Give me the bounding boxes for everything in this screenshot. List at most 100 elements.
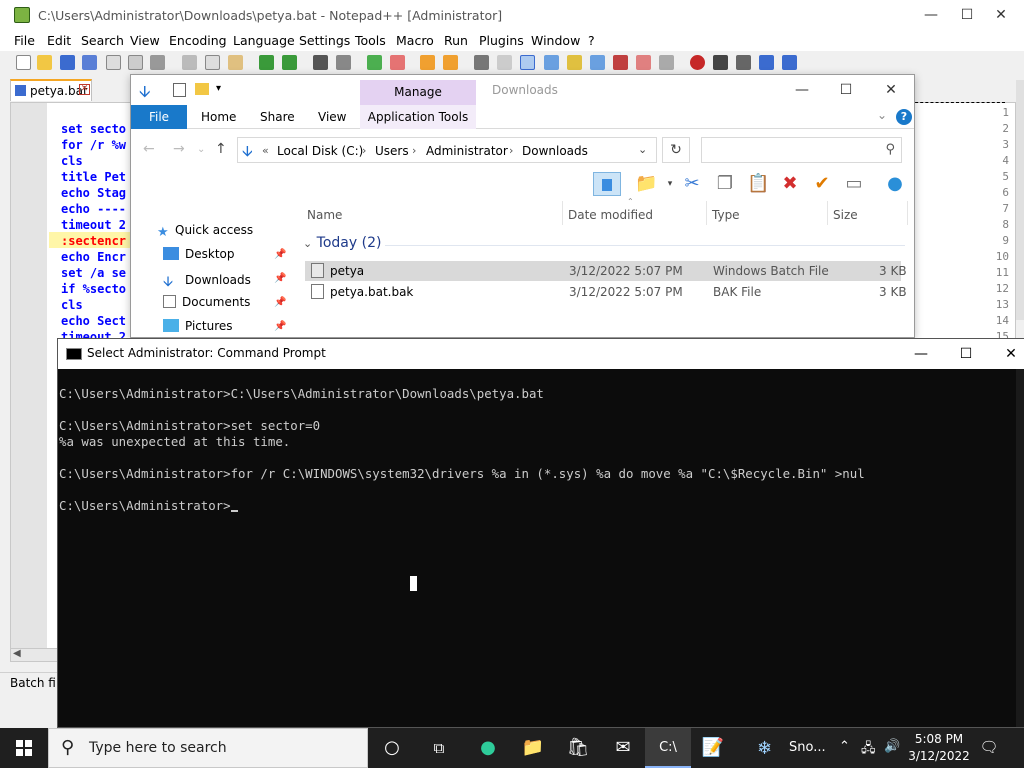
menu-file[interactable]: File (14, 33, 35, 48)
file-explorer-taskbar-icon[interactable]: 📁 (510, 728, 556, 768)
menu-encoding[interactable]: Encoding (169, 33, 227, 48)
doc-list-icon[interactable] (590, 55, 605, 70)
paste-cmd-icon[interactable]: 📋 (747, 174, 769, 194)
cortana-icon[interactable]: ○ (369, 728, 415, 768)
nav-documents[interactable]: Documents (163, 295, 250, 309)
print-icon[interactable] (150, 55, 165, 70)
menu-help[interactable]: ? (588, 33, 595, 48)
cmd-maximize-icon[interactable]: ☐ (943, 339, 989, 369)
ribbon-tab-share[interactable]: Share (260, 110, 295, 124)
properties-icon[interactable] (173, 83, 186, 97)
tray-overflow-icon[interactable]: ⌃ (839, 739, 850, 754)
replace-icon[interactable] (336, 55, 351, 70)
menu-search[interactable]: Search (81, 33, 124, 48)
save-all-icon[interactable] (82, 55, 97, 70)
explorer-close-icon[interactable]: ✕ (868, 75, 914, 105)
task-view-icon[interactable]: ⧉ (416, 728, 462, 768)
breadcrumb-users[interactable]: Users (375, 144, 409, 158)
notification-icon[interactable]: 🗨 (978, 738, 1000, 758)
column-separator[interactable] (706, 201, 707, 225)
cmd-close-icon[interactable]: ✕ (988, 339, 1024, 369)
column-type[interactable]: Type (712, 208, 740, 222)
column-size[interactable]: Size (833, 208, 858, 222)
volume-icon[interactable]: 🔊 (884, 739, 900, 754)
search-input[interactable]: ⚲ (701, 137, 902, 163)
menu-run[interactable]: Run (444, 33, 468, 48)
network-icon[interactable]: 🖧 (861, 739, 876, 761)
word-wrap-icon[interactable] (474, 55, 489, 70)
start-button[interactable] (0, 728, 48, 768)
undo-icon[interactable] (259, 55, 274, 70)
file-row-petya-bat-bak[interactable]: petya.bat.bak 3/12/2022 5:07 PM BAK File… (305, 282, 907, 302)
ribbon-tab-view[interactable]: View (318, 110, 346, 124)
recent-dropdown-icon[interactable]: ⌄ (197, 144, 205, 155)
cut-icon[interactable] (182, 55, 197, 70)
column-separator[interactable] (907, 201, 908, 225)
breadcrumb-administrator[interactable]: Administrator (426, 144, 508, 158)
cmd-scrollbar[interactable] (1016, 369, 1024, 727)
expand-ribbon-icon[interactable]: ⌄ (877, 108, 887, 122)
menu-macro[interactable]: Macro (396, 33, 434, 48)
menu-tools[interactable]: Tools (355, 33, 386, 48)
column-date-modified[interactable]: Date modified (568, 208, 653, 222)
delete-icon[interactable]: ✖ (779, 174, 801, 194)
close-tab-icon[interactable]: ✕ (79, 84, 90, 95)
manage-tab[interactable]: Manage (360, 80, 476, 105)
taskbar-search-box[interactable]: ⚲ Type here to search (48, 728, 368, 768)
sync-v-icon[interactable] (420, 55, 435, 70)
notepadpp-taskbar-icon[interactable]: 📝 (690, 728, 736, 768)
column-separator[interactable] (827, 201, 828, 225)
zoom-in-icon[interactable] (367, 55, 382, 70)
run-macro-multiple-icon[interactable] (759, 55, 774, 70)
address-dropdown-icon[interactable]: ⌄ (638, 143, 647, 156)
vertical-scrollbar[interactable] (1016, 80, 1024, 320)
cut-cmd-icon[interactable]: ✂ (681, 174, 703, 194)
cmd-minimize-icon[interactable]: — (898, 339, 944, 369)
zoom-out-icon[interactable] (390, 55, 405, 70)
pin-icon[interactable]: 📌 (274, 249, 286, 260)
breadcrumb-downloads[interactable]: Downloads (522, 144, 588, 158)
play-macro-icon[interactable] (736, 55, 751, 70)
console-output[interactable]: C:\Users\Administrator> C:\Users\Administ… (58, 369, 1016, 727)
menu-plugins[interactable]: Plugins (479, 33, 524, 48)
close-all-icon[interactable] (128, 55, 143, 70)
ribbon-tab-home[interactable]: Home (201, 110, 236, 124)
new-folder-dropdown-icon[interactable]: ▾ (659, 174, 681, 194)
forward-arrow-icon[interactable]: → (173, 141, 185, 157)
paste-icon[interactable] (228, 55, 243, 70)
customize-qat-icon[interactable]: ▾ (216, 83, 221, 94)
menu-view[interactable]: View (130, 33, 160, 48)
menu-window[interactable]: Window (531, 33, 580, 48)
indent-guide-icon[interactable] (520, 55, 535, 70)
copy-cmd-icon[interactable]: ❐ (714, 174, 736, 194)
column-name[interactable]: Name (307, 208, 342, 222)
new-file-icon[interactable] (16, 55, 31, 70)
close-file-icon[interactable] (106, 55, 121, 70)
nav-pictures[interactable]: Pictures (163, 319, 233, 333)
horizontal-scrollbar[interactable]: ◀ (10, 648, 60, 662)
nav-desktop[interactable]: Desktop (163, 247, 235, 261)
sync-h-icon[interactable] (443, 55, 458, 70)
show-all-chars-icon[interactable] (497, 55, 512, 70)
monitoring-icon[interactable] (659, 55, 674, 70)
record-macro-icon[interactable] (690, 55, 705, 70)
menu-settings[interactable]: Settings (299, 33, 350, 48)
save-macro-icon[interactable] (782, 55, 797, 70)
folder-workspace-icon[interactable] (636, 55, 651, 70)
menu-language[interactable]: Language (233, 33, 295, 48)
copy-icon[interactable] (205, 55, 220, 70)
ribbon-tab-file[interactable]: File (131, 105, 187, 129)
mail-icon[interactable]: ✉ (600, 728, 646, 768)
up-arrow-icon[interactable]: ↑ (215, 141, 227, 157)
explorer-minimize-icon[interactable]: — (779, 75, 825, 105)
cmd-titlebar[interactable]: Select Administrator: Command Prompt — ☐… (58, 339, 1024, 369)
back-arrow-icon[interactable]: ← (143, 141, 155, 157)
ribbon-tab-application-tools[interactable]: Application Tools (360, 105, 476, 129)
find-icon[interactable] (313, 55, 328, 70)
breadcrumb-local-disk[interactable]: Local Disk (C:) (277, 144, 363, 158)
globe-icon[interactable]: ● (884, 174, 906, 194)
pin-icon[interactable]: 📌 (274, 273, 286, 284)
menu-edit[interactable]: Edit (47, 33, 71, 48)
store-icon[interactable]: 🛍 (555, 728, 601, 768)
tab-petya-bat[interactable]: petya.bat ✕ (10, 79, 92, 101)
